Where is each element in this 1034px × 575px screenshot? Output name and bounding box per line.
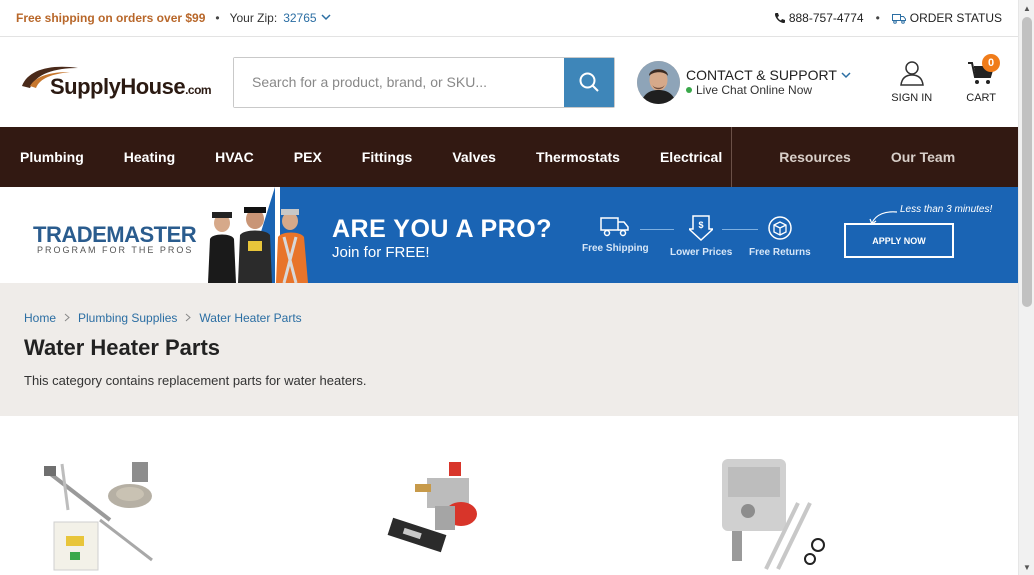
top-bar: Free shipping on orders over $99 • Your … — [0, 0, 1018, 37]
nav-item-fittings[interactable]: Fittings — [362, 149, 413, 165]
nav-item-hvac[interactable]: HVAC — [215, 149, 254, 165]
header: SupplyHouse.com CONTACT & SUPPORT — [0, 37, 1018, 127]
feature-free-returns: Free Returns — [749, 215, 811, 258]
phone-icon — [774, 13, 785, 23]
nav-item-our-team[interactable]: Our Team — [891, 149, 955, 165]
pros-group-image — [208, 207, 308, 283]
separator-dot: • — [215, 11, 220, 25]
main-nav: Plumbing Heating HVAC PEX Fittings Valve… — [0, 127, 1018, 187]
nav-item-thermostats[interactable]: Thermostats — [536, 149, 620, 165]
banner-headline: ARE YOU A PRO? — [332, 215, 552, 243]
order-status-link[interactable]: ORDER STATUS — [891, 11, 1002, 25]
cart-label: CART — [966, 92, 996, 104]
zip-label: Your Zip: — [229, 11, 278, 25]
apply-now-button[interactable]: APPLY NOW — [844, 223, 954, 258]
truck-icon — [600, 217, 630, 237]
breadcrumb: Home Plumbing Supplies Water Heater Part… — [24, 311, 994, 325]
feature-label: Free Returns — [749, 247, 811, 258]
chevron-down-icon — [841, 68, 851, 82]
scroll-up-icon[interactable]: ▲ — [1019, 0, 1034, 16]
online-status-dot — [686, 87, 692, 93]
page-title: Water Heater Parts — [24, 335, 221, 360]
separator-dot: • — [875, 11, 880, 25]
support-agent-avatar — [637, 60, 680, 104]
support-title: CONTACT & SUPPORT — [686, 67, 837, 83]
scrollbar-thumb[interactable] — [1022, 17, 1032, 307]
return-box-icon — [768, 216, 792, 240]
water-heater-element-kit-image — [44, 462, 153, 571]
zip-value[interactable]: 32765 — [283, 11, 316, 25]
feature-free-shipping: Free Shipping — [582, 215, 649, 254]
cart-count-badge: 0 — [982, 54, 1000, 72]
product-grid — [0, 416, 1018, 575]
feature-label: Lower Prices — [670, 247, 733, 258]
breadcrumb-plumbing-supplies[interactable]: Plumbing Supplies — [78, 311, 177, 325]
nav-item-electrical[interactable]: Electrical — [660, 149, 722, 165]
trademaster-subtitle: PROGRAM FOR THE PROS — [37, 245, 194, 255]
page: Free shipping on orders over $99 • Your … — [0, 0, 1018, 575]
gas-valve-thermopile-kit-image — [722, 459, 825, 570]
truck-icon — [891, 13, 906, 24]
chevron-down-icon[interactable] — [321, 12, 331, 24]
sign-in-button[interactable]: SIGN IN — [891, 60, 932, 104]
logo-brand-text: SupplyHouse — [50, 74, 186, 99]
product-card-image[interactable] — [718, 459, 838, 575]
cart-button[interactable]: 0 CART — [966, 54, 1000, 104]
product-card-image[interactable] — [40, 460, 160, 575]
chevron-right-icon — [185, 311, 192, 325]
chevron-right-icon — [64, 311, 70, 325]
live-chat-status: Live Chat Online Now — [696, 83, 813, 97]
order-status-label: ORDER STATUS — [909, 11, 1002, 25]
trademaster-banner[interactable]: TRADEMASTER PROGRAM FOR THE PROS ARE YOU… — [0, 187, 1018, 283]
free-shipping-message: Free shipping on orders over $99 — [16, 11, 206, 25]
search-button[interactable] — [564, 57, 614, 107]
price-down-icon: $ — [689, 215, 714, 241]
page-description: This category contains replacement parts… — [24, 373, 367, 388]
user-icon — [899, 61, 924, 86]
search-bar — [233, 56, 615, 108]
scroll-down-icon[interactable]: ▼ — [1019, 559, 1034, 575]
banner-time-note: Less than 3 minutes! — [900, 204, 993, 215]
gas-control-valve-image — [387, 462, 477, 553]
nav-item-plumbing[interactable]: Plumbing — [20, 149, 84, 165]
phone-link[interactable]: 888-757-4774 — [774, 11, 864, 25]
logo-suffix-text: .com — [185, 83, 212, 97]
banner-subhead: Join for FREE! — [332, 244, 430, 261]
contact-support[interactable]: CONTACT & SUPPORT Live Chat Online Now — [637, 60, 851, 104]
nav-item-valves[interactable]: Valves — [452, 149, 496, 165]
nav-item-heating[interactable]: Heating — [124, 149, 175, 165]
page-scrollbar[interactable]: ▲ ▼ — [1018, 0, 1034, 575]
breadcrumb-water-heater-parts[interactable]: Water Heater Parts — [199, 311, 301, 325]
breadcrumb-home[interactable]: Home — [24, 311, 56, 325]
sign-in-label: SIGN IN — [891, 92, 933, 104]
account-actions: SIGN IN 0 CART — [891, 54, 1000, 104]
nav-item-resources[interactable]: Resources — [779, 149, 851, 165]
phone-number: 888-757-4774 — [788, 11, 864, 25]
feature-label: Free Shipping — [582, 243, 649, 254]
nav-item-pex[interactable]: PEX — [294, 149, 322, 165]
search-icon — [579, 72, 599, 92]
search-input[interactable] — [234, 57, 564, 107]
svg-text:$: $ — [699, 220, 704, 230]
product-card-image[interactable] — [385, 462, 485, 571]
category-header: Home Plumbing Supplies Water Heater Part… — [0, 283, 1018, 416]
logo[interactable]: SupplyHouse.com — [20, 64, 212, 100]
feature-lower-prices: $ Lower Prices — [670, 215, 732, 258]
